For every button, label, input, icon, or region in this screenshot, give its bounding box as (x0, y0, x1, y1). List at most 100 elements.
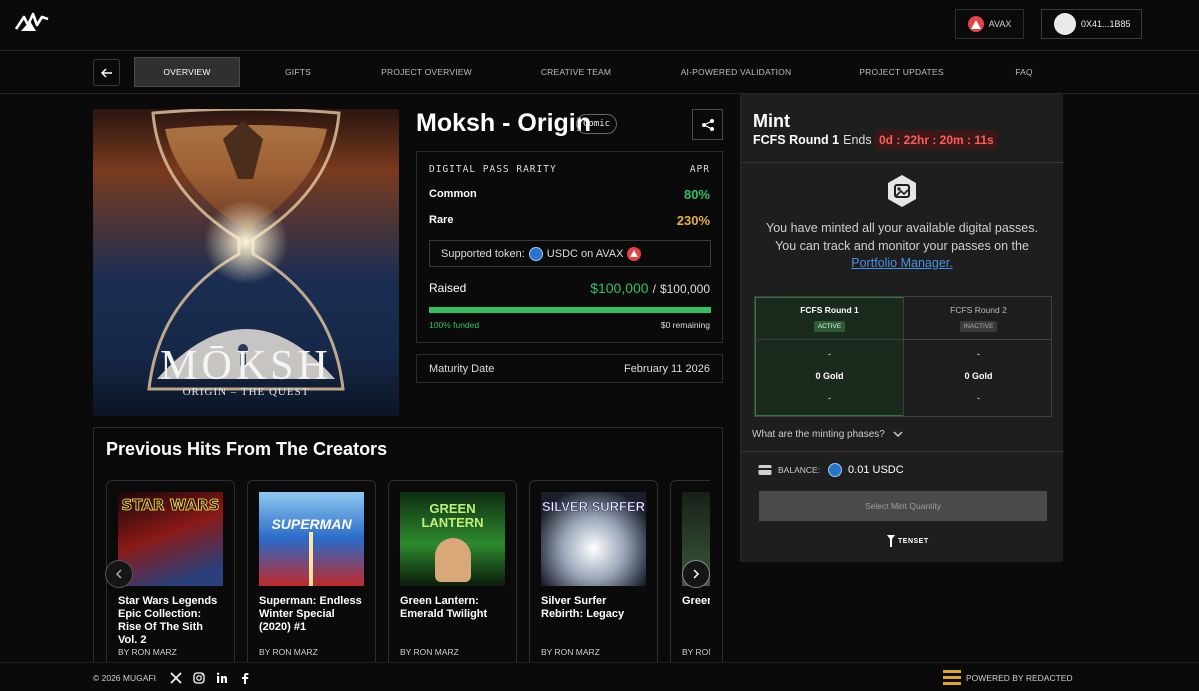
comic-author: BY RON MARZ (541, 647, 600, 657)
project-cover-image: MŌKSH ORIGIN – THE QUEST (93, 109, 399, 416)
raised-value: $100,000 (590, 280, 649, 296)
phase-value: - (828, 393, 831, 403)
raised-label: Raised (429, 281, 467, 295)
facebook-icon[interactable] (238, 671, 251, 684)
remaining-label: $0 remaining (660, 320, 710, 330)
portfolio-manager-link[interactable]: Portfolio Manager. (851, 256, 952, 270)
comic-author: BY RON (682, 647, 710, 657)
comic-cover: STAR WARS (118, 492, 223, 586)
comic-cover: GREEN LANTERN (400, 492, 505, 586)
chevron-right-icon (693, 569, 700, 579)
tab-overview[interactable]: OVERVIEW (134, 57, 240, 87)
carousel-next-button[interactable] (682, 560, 710, 588)
round-label: FCFS Round 1 (753, 133, 840, 147)
network-label: AVAX (988, 19, 1012, 29)
phase-round-1[interactable]: FCFS Round 1 ACTIVE (755, 305, 904, 333)
chevron-left-icon (115, 569, 122, 579)
raised-separator: / (652, 282, 656, 296)
supported-token-box: Supported token: USDC on AVAX (429, 240, 711, 267)
tab-project-overview[interactable]: PROJECT OVERVIEW (370, 57, 483, 87)
comic-title: Star Wars Legends Epic Collection: Rise … (118, 595, 218, 646)
tab-faq[interactable]: FAQ (1000, 57, 1048, 87)
comic-author: BY RON MARZ (400, 647, 459, 657)
comic-author: BY RON MARZ (118, 647, 177, 657)
page-title: Moksh - Origin (416, 109, 591, 137)
minted-message-line2: You can track and monitor your passes on… (775, 238, 1029, 253)
wallet-button[interactable]: 0X41...1B85 (1041, 9, 1142, 39)
wallet-address: 0X41...1B85 (1081, 19, 1131, 29)
divider (755, 339, 1051, 340)
maturity-date-row: Maturity Date February 11 2026 (416, 354, 723, 383)
previous-hits-carousel: STAR WARS Star Wars Legends Epic Collect… (106, 480, 710, 691)
tab-ai-powered-validation[interactable]: AI-POWERED VALIDATION (672, 57, 800, 87)
top-header: AVAX 0X41...1B85 (0, 0, 1199, 51)
phase-round-2[interactable]: FCFS Round 2 INACTIVE (904, 305, 1053, 333)
round-info: FCFS Round 1 Ends In: (753, 133, 889, 147)
share-button[interactable] (692, 109, 723, 140)
network-button[interactable]: AVAX (955, 9, 1024, 39)
status-badge: ACTIVE (813, 321, 846, 332)
comic-title: Superman: Endless Winter Special (2020) … (259, 595, 362, 633)
countdown-timer: 0d : 22hr : 20m : 11s (875, 130, 998, 150)
copyright: © 2026 MUGAFI (93, 673, 156, 683)
apr-header: APR (689, 164, 710, 175)
phase-table: FCFS Round 1 ACTIVE FCFS Round 2 INACTIV… (754, 296, 1052, 417)
tenset-logo-mark (887, 535, 895, 547)
avax-icon (627, 246, 642, 261)
rarity-rare: Rare (429, 214, 454, 226)
pass-info-panel: DIGITAL PASS RARITY APR Common 80% Rare … (416, 151, 723, 343)
cover-subtitle: ORIGIN – THE QUEST (182, 386, 310, 398)
tab-creative-team[interactable]: CREATIVE TEAM (530, 57, 622, 87)
comic-cover: SUPERMAN (259, 492, 364, 586)
avax-icon (967, 16, 984, 32)
maturity-label: Maturity Date (429, 362, 495, 375)
comic-author: BY RON MARZ (259, 647, 318, 657)
mugafi-logo[interactable] (14, 11, 50, 35)
carousel-prev-button[interactable] (105, 560, 133, 588)
back-button[interactable] (93, 59, 120, 86)
wallet-icon (758, 465, 772, 475)
funding-progress-fill (429, 307, 711, 313)
minted-message-line1: You have minted all your available digit… (766, 221, 1038, 235)
comic-card[interactable]: SILVER SURFER Silver Surfer Rebirth: Leg… (529, 480, 658, 691)
funding-progress-bar (429, 307, 711, 313)
phase-gold: 0 Gold (815, 371, 844, 381)
minting-phases-toggle[interactable]: What are the minting phases? (752, 429, 903, 440)
select-mint-quantity-button[interactable]: Select Mint Quantity (759, 491, 1047, 521)
raised-amount: $100,000 / $100,000 (590, 280, 710, 296)
previous-hits-section: Previous Hits From The Creators STAR WAR… (93, 427, 723, 691)
comic-card[interactable]: SUPERMAN Superman: Endless Winter Specia… (247, 480, 376, 691)
supported-token-label: Supported token: (441, 247, 525, 260)
cover-text: SILVER SURFER (541, 499, 646, 514)
comic-cover: SILVER SURFER (541, 492, 646, 586)
linkedin-icon[interactable] (215, 671, 228, 684)
phase-name: FCFS Round 2 (950, 305, 1007, 315)
cover-text: GREEN LANTERN (421, 501, 484, 530)
project-nav: OVERVIEW GIFTS PROJECT OVERVIEW CREATIVE… (0, 51, 1199, 94)
minted-icon (886, 174, 918, 213)
cover-title: MŌKSH (160, 343, 332, 389)
tab-project-updates[interactable]: PROJECT UPDATES (850, 57, 953, 87)
phase-value: - (977, 393, 980, 403)
share-icon (701, 118, 714, 131)
comic-title: Silver Surfer Rebirth: Legacy (541, 595, 625, 620)
minted-message: You have minted all your available digit… (753, 220, 1051, 273)
mint-title: Mint (753, 111, 790, 131)
previous-hits-title: Previous Hits From The Creators (106, 439, 388, 459)
comic-title: Green Lantern: Emerald Twilight (400, 595, 488, 620)
hero-face (435, 538, 471, 582)
genre-badge: Comic (576, 114, 618, 134)
mint-panel: Mint FCFS Round 1 Ends In: 0d : 22hr : 2… (740, 94, 1064, 562)
redacted-logo-icon (943, 670, 961, 687)
x-icon[interactable] (169, 671, 182, 684)
usdc-icon (828, 463, 843, 477)
phase-2-details: - 0 Gold - (904, 349, 1053, 403)
tab-gifts[interactable]: GIFTS (258, 57, 338, 87)
avatar (1054, 13, 1076, 35)
chevron-down-icon (893, 431, 903, 438)
cover-text: SUPERMAN (271, 516, 352, 532)
comic-card[interactable]: GREEN LANTERN Green Lantern: Emerald Twi… (388, 480, 517, 691)
light-beam (309, 532, 313, 586)
instagram-icon[interactable] (192, 671, 205, 684)
apr-rare: 230% (676, 213, 710, 228)
